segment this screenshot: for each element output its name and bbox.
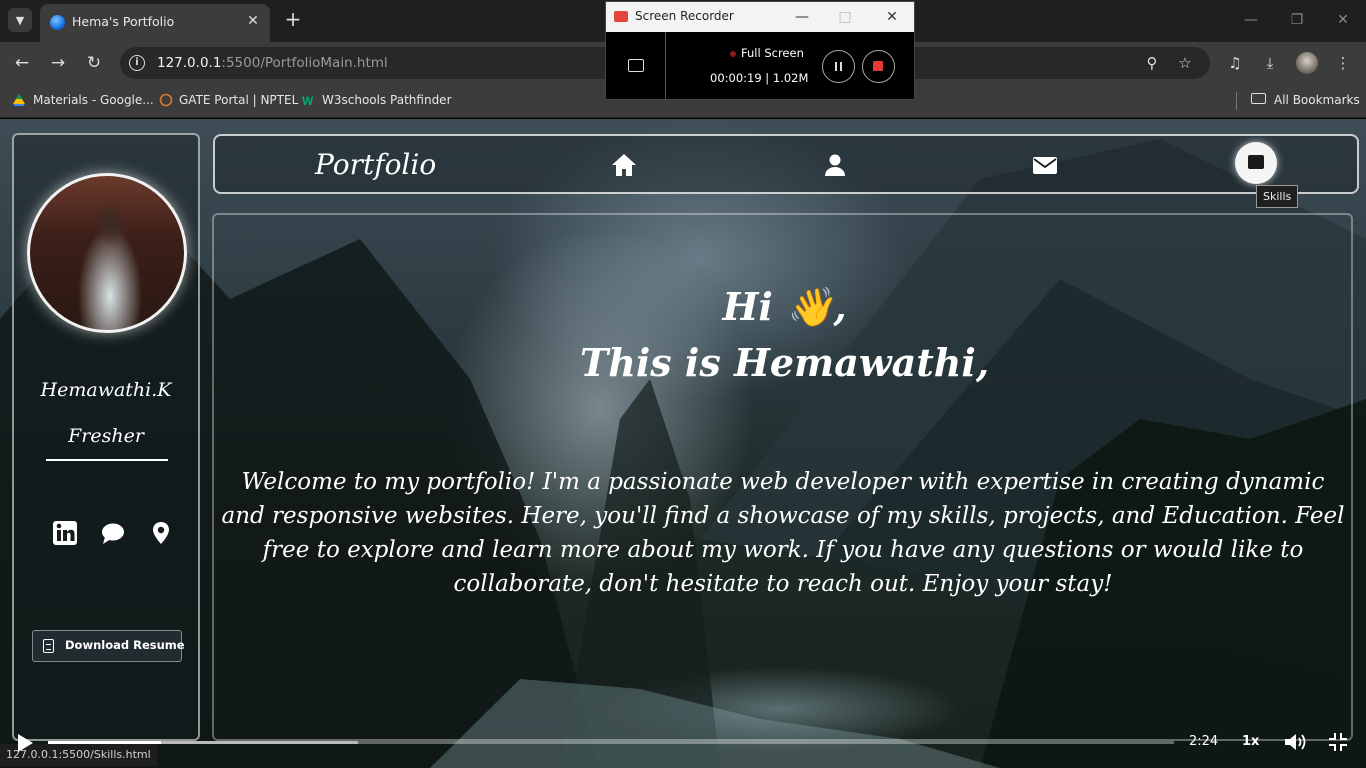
envelope-icon[interactable] (1032, 152, 1058, 178)
profile-divider (46, 459, 168, 461)
menu-icon[interactable]: ⋮ (1332, 52, 1354, 74)
exit-fullscreen-icon[interactable] (1328, 732, 1348, 752)
recording-indicator-icon (730, 51, 736, 57)
recorder-minimize-icon[interactable]: — (792, 7, 812, 27)
recorder-app-icon (614, 11, 628, 22)
tab-close-icon[interactable]: ✕ (244, 12, 262, 30)
screen: ▼ Hema's Portfolio ✕ + — ❐ ✕ ← → ↻ i 127… (0, 0, 1366, 768)
download-resume-label: Download Resume (65, 638, 185, 652)
profile-name: Hemawathi.K (40, 379, 172, 401)
back-icon[interactable]: ← (11, 52, 33, 74)
zoom-icon[interactable]: ⚲ (1142, 53, 1162, 73)
globe-favicon-icon (50, 15, 65, 30)
folder-icon (1251, 93, 1266, 104)
tab-search-icon[interactable]: ▼ (8, 8, 32, 32)
brand-title[interactable]: Portfolio (315, 148, 436, 181)
svg-text:W: W (302, 94, 314, 107)
video-player-controls: 2:24 1x (0, 724, 1366, 768)
new-tab-icon[interactable]: + (283, 8, 303, 30)
recorder-stop-button[interactable] (862, 50, 895, 83)
reload-icon[interactable]: ↻ (83, 52, 105, 74)
bookmark-gate-portal[interactable]: GATE Portal | NPTEL (179, 93, 298, 107)
browser-profile-avatar[interactable] (1296, 52, 1318, 74)
window-controls: — ❐ ✕ (1228, 0, 1366, 40)
linkedin-icon[interactable] (52, 520, 78, 546)
skills-icon (1248, 155, 1264, 169)
hero-panel: Hi 👋, This is Hemawathi, Welcome to my p… (212, 213, 1353, 741)
recorder-size: 1.02M (772, 71, 809, 85)
profile-sidebar: Hemawathi.K Fresher Download Resume (12, 133, 200, 741)
chat-icon[interactable] (100, 520, 126, 546)
profile-photo (27, 173, 187, 333)
skills-tooltip: Skills (1256, 185, 1299, 208)
recorder-title-bar: Screen Recorder — □ ✕ (606, 2, 914, 32)
forward-icon[interactable]: → (47, 52, 69, 74)
play-icon[interactable] (18, 734, 33, 752)
recorder-stats: 00:00:19 | 1.02M (710, 71, 809, 85)
close-window-icon[interactable]: ✕ (1320, 0, 1366, 40)
recorder-body: Full Screen 00:00:19 | 1.02M (606, 32, 914, 99)
portfolio-navbar: Portfolio (213, 134, 1359, 194)
all-bookmarks[interactable]: All Bookmarks (1274, 93, 1360, 107)
user-icon[interactable] (822, 152, 848, 178)
url-text[interactable]: 127.0.0.1:5500/PortfolioMain.html (157, 55, 388, 71)
w3schools-icon: W (302, 94, 314, 107)
home-icon[interactable] (611, 152, 637, 178)
bookmark-materials[interactable]: Materials - Google... (33, 93, 154, 107)
recorder-pause-button[interactable] (822, 50, 855, 83)
nptel-icon (159, 93, 173, 107)
recorder-mode: Full Screen (741, 46, 804, 60)
progress-fill (48, 741, 161, 744)
tab-title: Hema's Portfolio (72, 14, 175, 29)
recorder-maximize-icon: □ (838, 9, 852, 25)
recorder-close-icon[interactable]: ✕ (882, 7, 902, 27)
progress-track[interactable] (48, 741, 1174, 744)
site-info-icon[interactable]: i (129, 55, 145, 71)
download-icon[interactable]: ⤓ (1259, 52, 1281, 74)
download-resume-button[interactable]: Download Resume (32, 630, 185, 662)
document-icon (43, 639, 54, 653)
browser-tab[interactable]: Hema's Portfolio ✕ (40, 4, 270, 42)
portfolio-page: Hemawathi.K Fresher Download Resume Port… (0, 119, 1366, 768)
restore-icon[interactable]: ❐ (1274, 0, 1320, 40)
skills-nav-button[interactable] (1235, 142, 1277, 184)
recorder-title: Screen Recorder (635, 9, 734, 23)
playback-speed[interactable]: 1x (1242, 734, 1259, 749)
hero-headline: This is Hemawathi, (579, 340, 990, 385)
hero-greeting: Hi 👋, (722, 284, 847, 329)
bookmark-w3schools[interactable]: W3schools Pathfinder (322, 93, 452, 107)
recorder-divider (665, 32, 666, 99)
location-pin-icon[interactable] (148, 520, 174, 546)
media-control-icon[interactable]: ♫ (1224, 52, 1246, 74)
recorder-elapsed: 00:00:19 (710, 71, 762, 85)
hero-intro: Welcome to my portfolio! I'm a passionat… (221, 469, 1345, 597)
minimize-icon[interactable]: — (1228, 0, 1274, 40)
screen-recorder-window: Screen Recorder — □ ✕ Full Screen 00:00:… (605, 1, 915, 100)
playback-time: 2:24 (1189, 734, 1219, 749)
volume-icon[interactable] (1284, 732, 1306, 752)
google-drive-icon (13, 94, 25, 106)
bookmark-separator (1236, 92, 1237, 110)
bookmark-star-icon[interactable]: ☆ (1175, 53, 1195, 73)
profile-role: Fresher (68, 425, 144, 447)
recorder-folder-icon[interactable] (628, 59, 644, 72)
